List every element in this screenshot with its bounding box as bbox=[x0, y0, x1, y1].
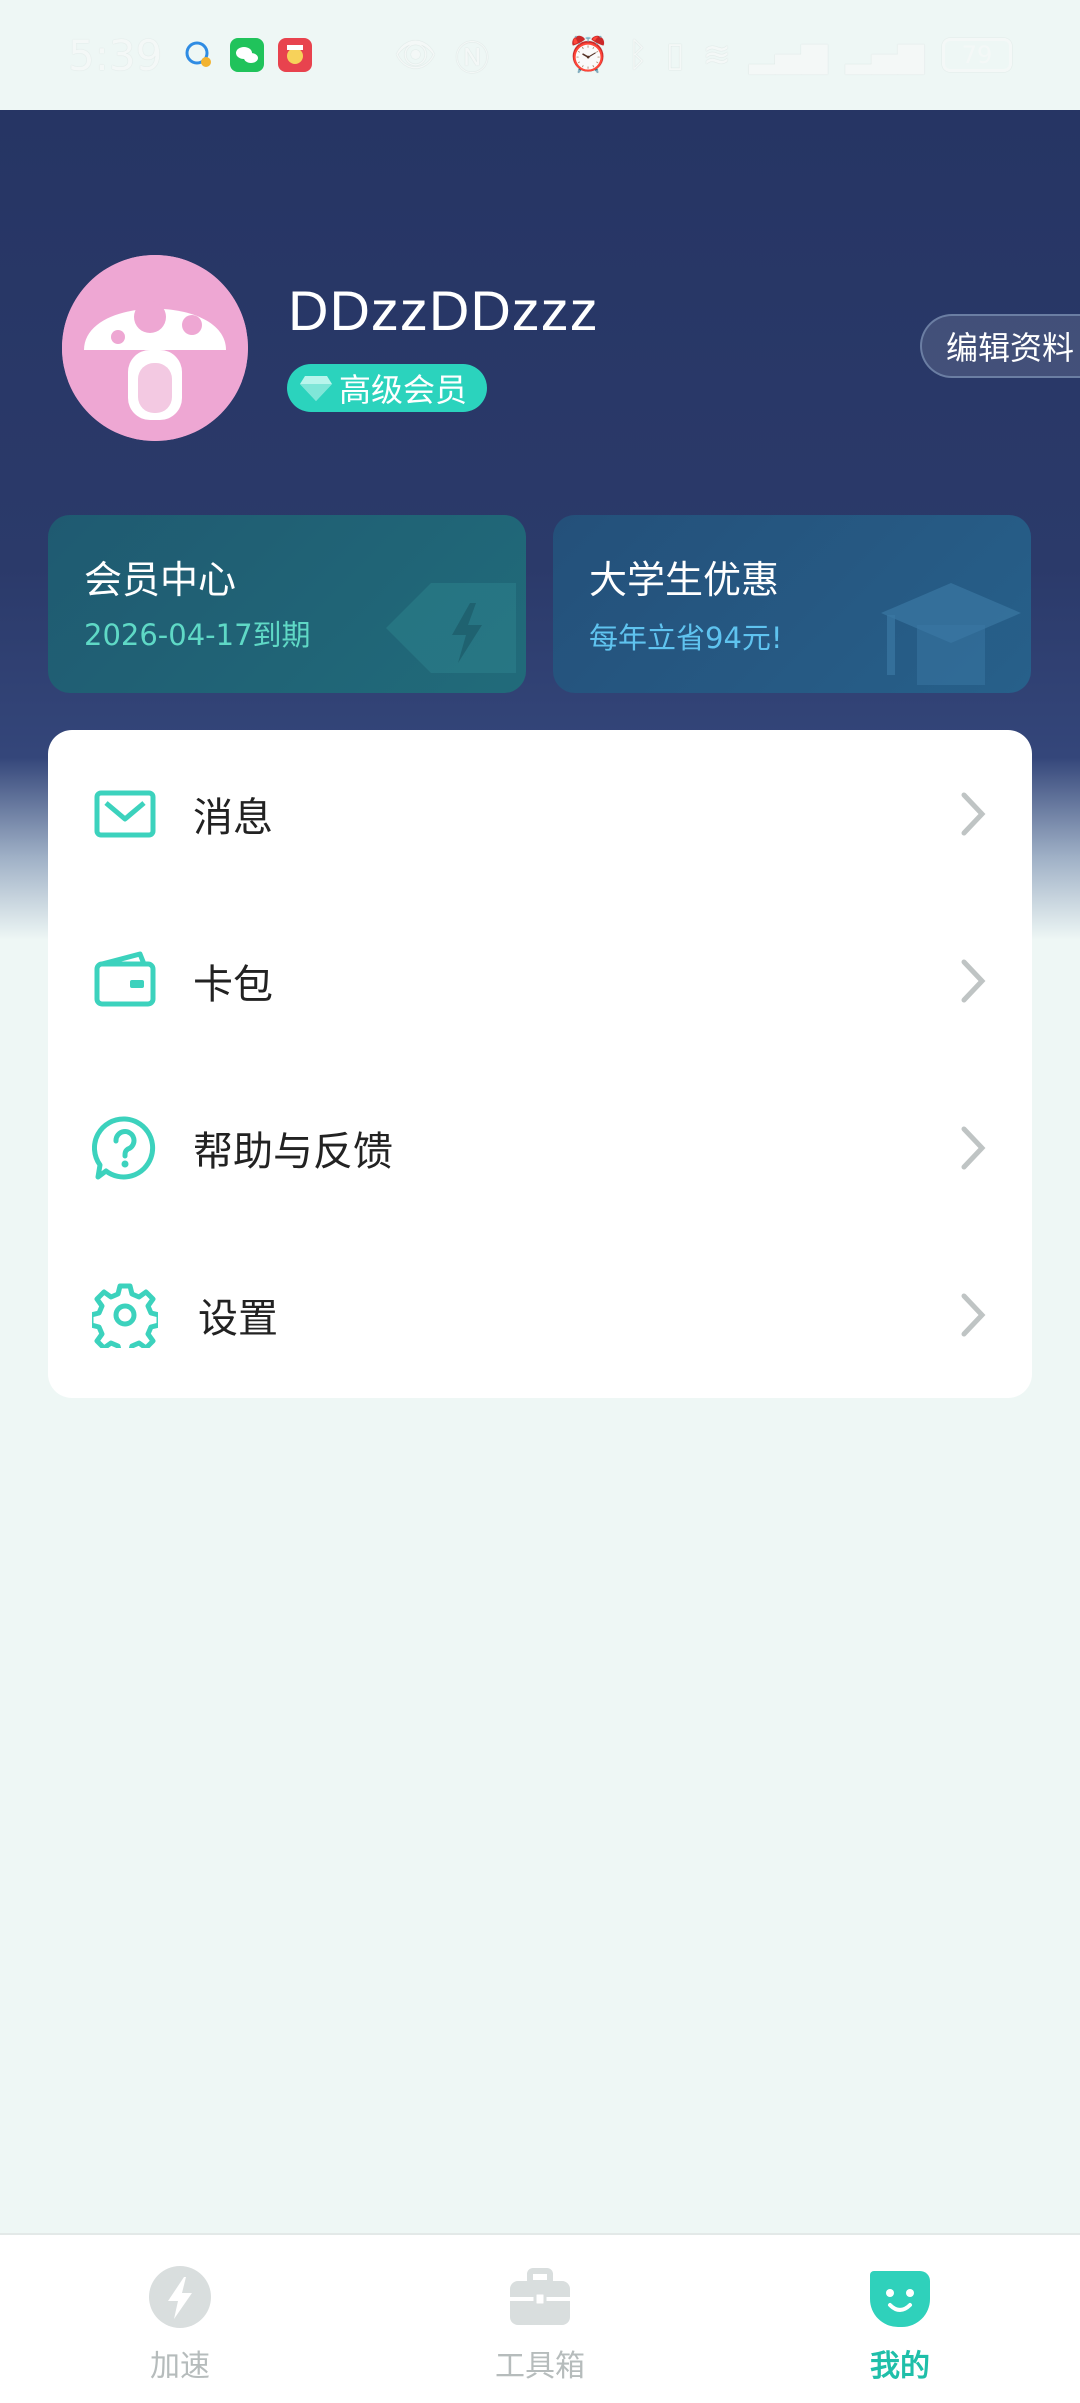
edit-profile-button[interactable]: 编辑资料 bbox=[920, 314, 1080, 378]
tab-label: 工具箱 bbox=[495, 2349, 585, 2384]
menu-item-messages[interactable]: 消息 bbox=[48, 730, 1032, 897]
status-time: 5:39 bbox=[68, 30, 163, 80]
app-icon bbox=[278, 38, 313, 72]
help-icon bbox=[92, 1115, 156, 1179]
student-discount-subtitle: 每年立省94元! bbox=[589, 621, 783, 655]
tab-toolbox[interactable]: 工具箱 bbox=[440, 2235, 640, 2403]
username: DDzzDDzzz bbox=[288, 279, 599, 342]
status-bar: 5:39 👁 Ⓝ ⏰ ᛒ ▯ ≋ ▂▄▆ ▂▄▆ 79 bbox=[0, 0, 1080, 110]
status-indicators: 👁 Ⓝ ⏰ ᛒ ▯ ≋ ▂▄▆ ▂▄▆ 79 bbox=[394, 31, 1012, 80]
member-center-title: 会员中心 bbox=[84, 558, 237, 602]
tab-label: 我的 bbox=[870, 2349, 930, 2384]
student-discount-card[interactable]: 大学生优惠 每年立省94元! bbox=[553, 515, 1031, 693]
member-center-card[interactable]: 会员中心 2026-04-17到期 bbox=[48, 515, 526, 693]
diamond-icon bbox=[300, 376, 332, 401]
chevron-right-icon bbox=[961, 959, 986, 1002]
student-discount-title: 大学生优惠 bbox=[589, 558, 780, 602]
mushroom-avatar-icon bbox=[62, 255, 248, 441]
tab-label: 加速 bbox=[150, 2349, 210, 2384]
vip-label: 高级会员 bbox=[339, 371, 468, 409]
battery-level: 79 bbox=[961, 41, 993, 69]
nfc-icon: Ⓝ bbox=[455, 38, 490, 79]
chevron-right-icon bbox=[961, 792, 986, 835]
gear-icon bbox=[92, 1283, 158, 1348]
vip-badge[interactable]: 高级会员 bbox=[287, 364, 487, 412]
qq-icon bbox=[182, 38, 216, 72]
signal-icon: ▂▄▆ bbox=[845, 35, 924, 75]
menu-item-wallet[interactable]: 卡包 bbox=[48, 897, 1032, 1064]
graduation-cap-icon bbox=[881, 583, 1021, 685]
wechat-icon bbox=[230, 38, 265, 72]
vibrate-icon: ▯ bbox=[665, 35, 685, 75]
member-expiry: 2026-04-17到期 bbox=[84, 618, 311, 652]
menu-item-label: 设置 bbox=[198, 1295, 278, 1342]
bluetooth-icon: ᛒ bbox=[627, 35, 648, 75]
wallet-icon bbox=[94, 951, 156, 1006]
eye-icon: 👁 bbox=[393, 35, 438, 75]
chevron-right-icon bbox=[961, 1293, 986, 1336]
toolbox-icon bbox=[510, 2268, 570, 2325]
smiley-icon bbox=[870, 2271, 930, 2327]
wifi-icon: ≋ bbox=[702, 35, 732, 75]
chevron-right-icon bbox=[961, 1126, 986, 1169]
menu-item-label: 消息 bbox=[193, 794, 273, 841]
lightning-icon bbox=[149, 2266, 211, 2328]
menu-item-label: 帮助与反馈 bbox=[193, 1128, 393, 1175]
tab-mine[interactable]: 我的 bbox=[800, 2235, 1000, 2403]
menu-list: 消息 卡包 帮助与反馈 设置 bbox=[48, 730, 1032, 1398]
tag-lightning-icon bbox=[386, 583, 516, 673]
avatar[interactable] bbox=[62, 255, 248, 441]
tab-accelerate[interactable]: 加速 bbox=[80, 2235, 280, 2403]
signal-icon: ▂▄▆ bbox=[749, 35, 828, 75]
envelope-icon bbox=[94, 790, 156, 837]
bottom-nav: 加速 工具箱 我的 bbox=[0, 2233, 1080, 2403]
menu-item-settings[interactable]: 设置 bbox=[48, 1231, 1032, 1398]
menu-item-help-feedback[interactable]: 帮助与反馈 bbox=[48, 1064, 1032, 1231]
alarm-icon: ⏰ bbox=[567, 35, 610, 75]
battery-icon: 79 bbox=[942, 38, 1012, 72]
menu-item-label: 卡包 bbox=[193, 961, 273, 1008]
